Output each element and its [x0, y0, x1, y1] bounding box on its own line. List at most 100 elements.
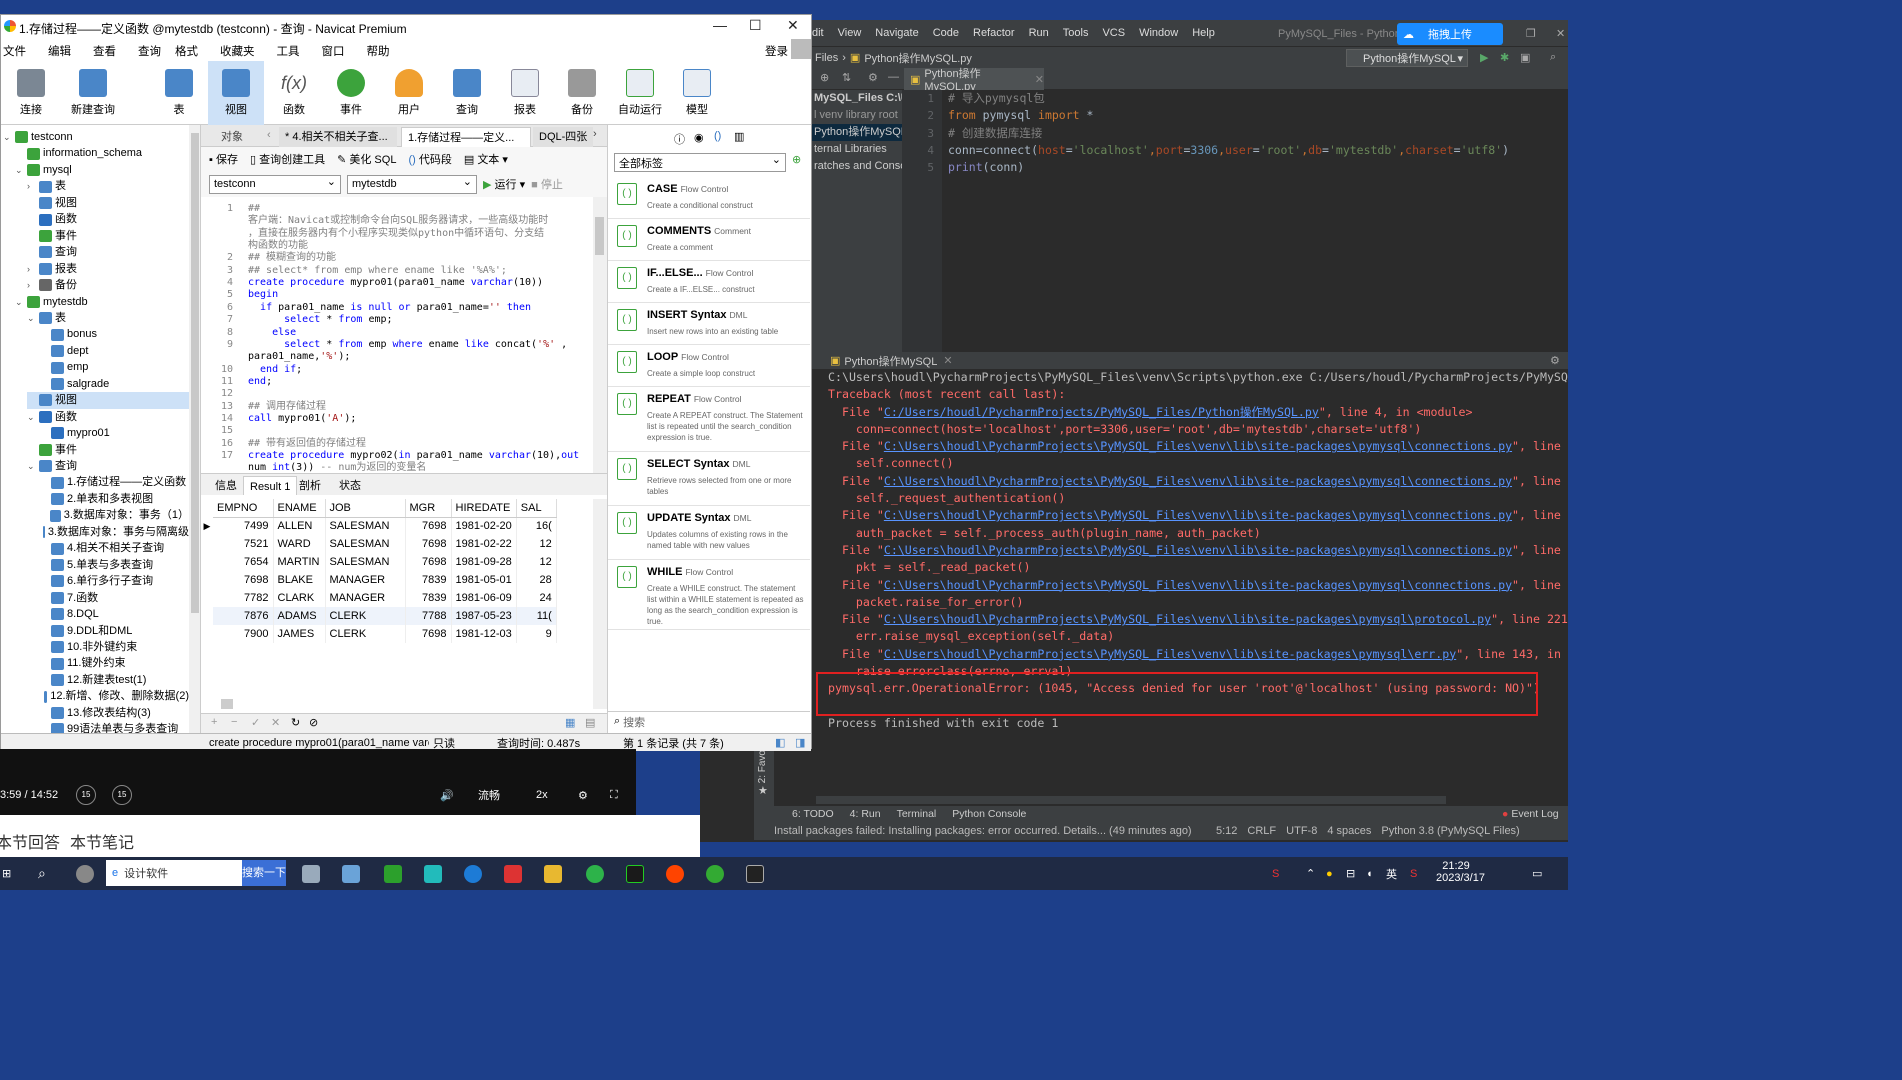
tray-app-icon[interactable]: S [1272, 868, 1279, 880]
tree-item[interactable]: 函数 [27, 211, 189, 228]
tab-subquery[interactable]: * 4.相关不相关子查... [279, 127, 397, 147]
folder-icon[interactable] [544, 864, 562, 883]
login-link[interactable]: 登录 [765, 43, 788, 59]
speed-select[interactable]: 2x [536, 789, 548, 801]
table-cell[interactable]: 1981-02-20 [451, 517, 517, 535]
sql-line[interactable]: ## select* from emp where ename like '%A… [248, 265, 507, 277]
volume-icon[interactable]: 🔊 [440, 789, 454, 802]
menu-view[interactable]: 查看 [93, 43, 116, 59]
table-cell[interactable]: 7876 [213, 607, 274, 625]
tree-item[interactable]: 事件 [27, 228, 189, 245]
table-cell[interactable]: ADAMS [273, 607, 326, 625]
menu-edit[interactable]: dit [812, 27, 824, 39]
tree-item[interactable]: 3.数据库对象：事务与隔离级 [39, 524, 189, 541]
tree-item[interactable]: › 表 [27, 178, 189, 195]
table-button[interactable]: 表 [151, 61, 207, 125]
apply-icon[interactable]: ✓ [251, 716, 260, 729]
maximize-icon[interactable]: ☐ [749, 17, 762, 34]
table-cell[interactable]: BLAKE [273, 571, 326, 589]
console-scrollbar[interactable] [816, 796, 1446, 804]
sql-line[interactable]: ## 带有返回值的存储过程 [248, 438, 366, 450]
wechat-icon[interactable] [586, 864, 604, 883]
table-row[interactable]: 7521 WARD SALESMAN 7698 1981-02-22 12 [213, 535, 557, 553]
collapse-icon[interactable]: ⇅ [842, 71, 851, 84]
table-cell[interactable]: JAMES [273, 625, 326, 643]
task-view-icon[interactable] [76, 864, 94, 883]
table-cell[interactable]: MARTIN [273, 553, 326, 571]
quality-select[interactable]: 流畅 [478, 787, 500, 803]
video-area[interactable] [0, 749, 636, 775]
taskbar-search-button[interactable]: 搜索一下 [242, 860, 286, 886]
expand-toggle-icon[interactable]: ⌄ [15, 162, 24, 179]
edge-icon[interactable] [464, 864, 482, 883]
function-button[interactable]: f(x) 函数 [266, 61, 322, 125]
run-config-select[interactable]: Python操作MySQL ▾ [1346, 49, 1468, 67]
delete-record-icon[interactable]: − [231, 716, 237, 728]
rewind-15-icon[interactable]: 15 [76, 785, 96, 805]
sql-line[interactable]: create procedure mypro02(in para01_name … [248, 450, 579, 462]
menu-file[interactable]: 文件 [3, 43, 26, 59]
table-cell[interactable]: CLARK [273, 589, 326, 607]
sql-line[interactable]: ## 调用存储过程 [248, 401, 326, 413]
tab-notes[interactable]: 本节笔记 [70, 829, 134, 853]
tree-item[interactable]: 查询 [27, 244, 189, 261]
table-row[interactable]: 7876 ADAMS CLERK 7788 1987-05-23 11( [213, 607, 557, 625]
sql-editor[interactable]: 1 2 3 4 5 6 7 8 9 10 11 12 13 14 15 16 17 ## 客户端：Navicat或… [201, 197, 607, 473]
sql-line[interactable]: ，直接在服务器内有个小程序实现类似python中循环语句、分支结 [248, 228, 544, 240]
scroll-thumb[interactable] [595, 217, 604, 255]
tree-item[interactable]: 2.单表和多表视图 [39, 491, 189, 508]
tab-status[interactable]: 状态 [333, 476, 367, 496]
grid-scrollbar[interactable] [593, 499, 607, 709]
expand-toggle-icon[interactable]: › [27, 178, 36, 195]
menu-run[interactable]: Run [1029, 27, 1049, 39]
tree-scrollbar[interactable] [189, 125, 200, 733]
snippet-item[interactable]: ( ) REPEAT Flow Control Create A REPEAT con… [608, 387, 810, 452]
tree-item[interactable]: ⌄ mysql [15, 162, 189, 179]
database-select[interactable]: mytestdb [347, 174, 477, 194]
table-cell[interactable]: 7499 [213, 517, 274, 535]
table-cell[interactable]: 1981-12-03 [451, 625, 517, 643]
table-cell[interactable]: 7839 [405, 571, 452, 589]
table-cell[interactable]: 7521 [213, 535, 274, 553]
tree-item[interactable]: 6.单行多行子查询 [39, 573, 189, 590]
table-cell[interactable]: 12 [516, 535, 557, 553]
braces-icon[interactable]: () [714, 130, 721, 142]
tree-item[interactable]: ⌄ testconn [3, 129, 189, 146]
tab-result1[interactable]: Result 1 [243, 476, 298, 496]
minimize-icon[interactable]: — [713, 17, 727, 33]
pycharm-icon[interactable] [626, 864, 644, 883]
breadcrumb-file[interactable]: Python操作MySQL.py [864, 50, 972, 66]
terminal-tab[interactable]: Terminal [897, 808, 937, 820]
snippet-item[interactable]: ( ) INSERT Syntax DML Insert new rows into … [608, 303, 810, 345]
table-cell[interactable]: 1981-06-09 [451, 589, 517, 607]
editor-scrollbar[interactable] [593, 197, 607, 473]
app-icon[interactable] [302, 864, 320, 883]
line-separator[interactable]: CRLF [1247, 825, 1276, 837]
connect-button[interactable]: 连接 [3, 61, 59, 125]
table-cell[interactable]: 12 [516, 553, 557, 571]
code-line[interactable]: # 导入pymysql包 [948, 90, 1568, 107]
tree-item[interactable]: 12.新建表test(1) [39, 672, 189, 689]
table-cell[interactable]: ALLEN [273, 517, 326, 535]
tree-item[interactable]: bonus [39, 326, 189, 343]
code-line[interactable]: conn=connect(host='localhost',port=3306,… [948, 142, 1568, 159]
tree-item[interactable]: salgrade [39, 376, 189, 393]
tree-item[interactable]: 5.单表与多表查询 [39, 557, 189, 574]
save-button[interactable]: ▪ 保存 [209, 151, 238, 167]
tree-item[interactable]: 99语法单表与多表查询 [39, 721, 189, 733]
code-line[interactable]: from pymysql import * [948, 107, 1568, 124]
new-query-button[interactable]: 新建查询 [65, 61, 121, 125]
tree-item[interactable]: 视图 [27, 195, 189, 212]
snippet-item[interactable]: ( ) COMMENTS Comment Create a comment [608, 219, 810, 261]
table-cell[interactable]: 7654 [213, 553, 274, 571]
refresh-icon[interactable]: ↻ [291, 716, 300, 729]
table-cell[interactable]: SALESMAN [325, 535, 406, 553]
avatar[interactable] [791, 39, 811, 59]
sql-line[interactable]: ## [248, 203, 260, 215]
table-cell[interactable]: 7782 [213, 589, 274, 607]
menu-window[interactable]: 窗口 [322, 43, 345, 59]
tree-item[interactable]: ⌄ 表 [27, 310, 189, 327]
sql-line[interactable]: end; [248, 376, 272, 388]
table-cell[interactable]: 7788 [405, 607, 452, 625]
event-button[interactable]: 事件 [323, 61, 379, 125]
